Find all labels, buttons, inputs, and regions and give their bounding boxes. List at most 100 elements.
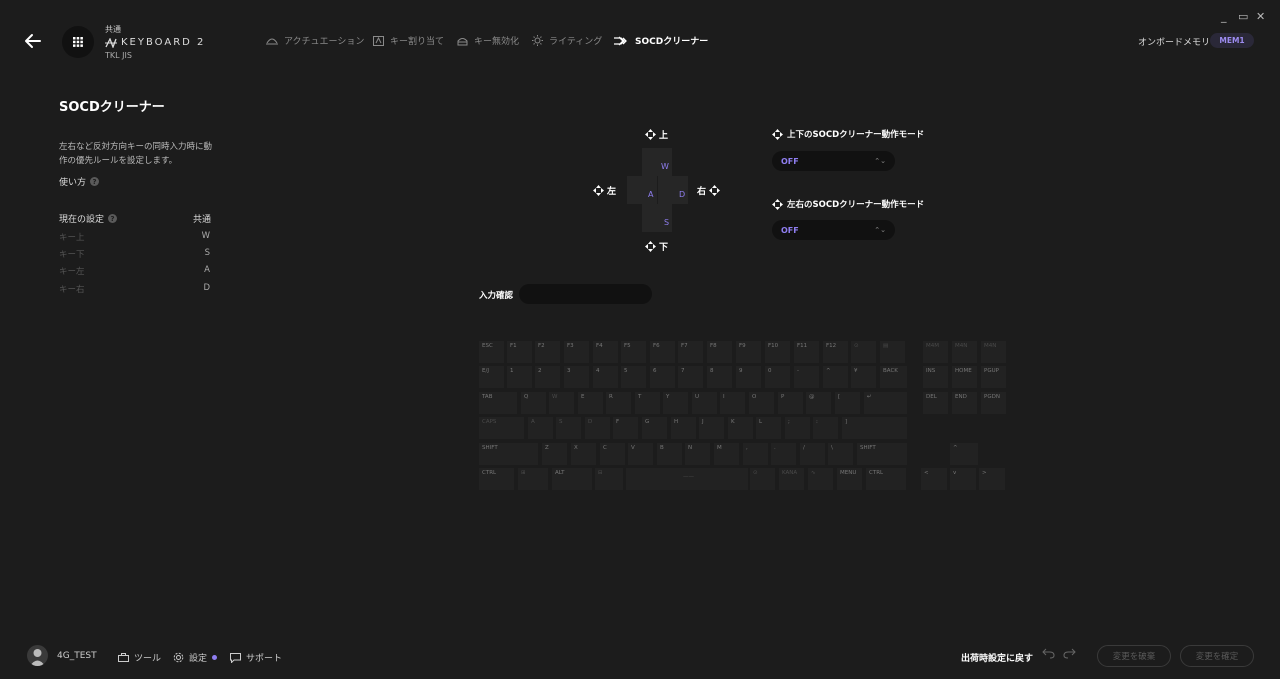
keyboard-key[interactable]: MENU: [837, 468, 862, 490]
keyboard-key[interactable]: F3: [564, 341, 589, 363]
keyboard-key[interactable]: KANA: [779, 468, 804, 490]
keyboard-key[interactable]: F8: [707, 341, 732, 363]
tab-lighting[interactable]: ライティング: [532, 34, 602, 47]
keyboard-key[interactable]: U: [692, 392, 717, 414]
keyboard-key[interactable]: Z: [542, 443, 567, 465]
keyboard-key[interactable]: ESC: [479, 341, 504, 363]
keyboard-key[interactable]: ▤: [880, 341, 905, 363]
keyboard-key[interactable]: ⊙: [851, 341, 876, 363]
minimize-button[interactable]: _: [1221, 10, 1227, 23]
undo-icon[interactable]: [1042, 648, 1055, 662]
keyboard-key[interactable]: >: [979, 468, 1005, 490]
keyboard-key[interactable]: PGUP: [981, 366, 1006, 388]
keyboard-key[interactable]: ,: [743, 443, 768, 465]
keyboard-key[interactable]: F9: [736, 341, 761, 363]
maximize-button[interactable]: ▭: [1238, 10, 1248, 23]
keyboard-key[interactable]: O: [749, 392, 774, 414]
settings-button[interactable]: 設定: [173, 651, 218, 664]
keyboard-key[interactable]: Y: [663, 392, 688, 414]
keyboard-key[interactable]: M4N: [952, 341, 977, 363]
keyboard-key[interactable]: 1: [507, 366, 532, 388]
keyboard-key[interactable]: 5: [621, 366, 646, 388]
keyboard-key[interactable]: B: [657, 443, 682, 465]
keyboard-key[interactable]: ¥: [851, 366, 876, 388]
keyboard-key[interactable]: X: [571, 443, 596, 465]
keyboard-key[interactable]: ⊞: [518, 468, 548, 490]
mode-lr-select[interactable]: OFF ⌃⌄: [772, 220, 895, 240]
keyboard-key[interactable]: ∿: [808, 468, 833, 490]
keyboard-key[interactable]: F5: [621, 341, 646, 363]
tab-key-assign[interactable]: キー割り当て: [373, 34, 444, 47]
keyboard-key[interactable]: -: [794, 366, 819, 388]
keyboard-key[interactable]: N: [685, 443, 710, 465]
keyboard-key[interactable]: @: [806, 392, 831, 414]
keyboard-key[interactable]: /: [800, 443, 825, 465]
keyboard-key[interactable]: A: [528, 417, 553, 439]
confirm-button[interactable]: 変更を確定: [1180, 645, 1254, 667]
keyboard-key[interactable]: T: [635, 392, 660, 414]
keyboard-key[interactable]: 9: [736, 366, 761, 388]
keyboard-key[interactable]: PGDN: [981, 392, 1006, 414]
keyboard-key[interactable]: SHIFT: [479, 443, 538, 465]
keyboard-key[interactable]: C: [600, 443, 625, 465]
keyboard-key[interactable]: Q: [521, 392, 546, 414]
keyboard-key[interactable]: ↵: [864, 392, 907, 414]
keyboard-key[interactable]: 7: [678, 366, 703, 388]
enter-key-lower[interactable]: [874, 417, 907, 439]
keyboard-key[interactable]: CTRL: [479, 468, 514, 490]
keyboard-key[interactable]: F2: [535, 341, 560, 363]
keyboard-key[interactable]: P: [778, 392, 803, 414]
keyboard-key[interactable]: TAB: [479, 392, 517, 414]
keyboard-key[interactable]: J: [699, 417, 724, 439]
keyboard-key[interactable]: F6: [650, 341, 675, 363]
keyboard-key[interactable]: F7: [678, 341, 703, 363]
tools-button[interactable]: ツール: [118, 651, 161, 664]
close-button[interactable]: ✕: [1256, 10, 1265, 23]
keyboard-key[interactable]: V: [628, 443, 653, 465]
keyboard-key[interactable]: F11: [794, 341, 819, 363]
keyboard-key[interactable]: M4M: [923, 341, 948, 363]
keyboard-key[interactable]: INS: [923, 366, 948, 388]
keyboard-key[interactable]: W: [549, 392, 574, 414]
avatar[interactable]: [27, 645, 48, 666]
memory-slot-badge[interactable]: MEM1: [1210, 33, 1254, 48]
keyboard-key[interactable]: ALT: [552, 468, 592, 490]
keyboard-key[interactable]: R: [606, 392, 631, 414]
keyboard-key[interactable]: 2: [535, 366, 560, 388]
keyboard-key[interactable]: 6: [650, 366, 675, 388]
keyboard-key[interactable]: ;: [785, 417, 810, 439]
keyboard-key[interactable]: <: [921, 468, 947, 490]
mode-ud-select[interactable]: OFF ⌃⌄: [772, 151, 895, 171]
keyboard-key[interactable]: DEL: [923, 392, 948, 414]
tab-actuation[interactable]: アクチュエーション: [266, 34, 364, 47]
redo-icon[interactable]: [1063, 648, 1076, 662]
keyboard-key[interactable]: v: [950, 468, 976, 490]
keyboard-key[interactable]: ^: [950, 443, 978, 465]
keyboard-key[interactable]: K: [728, 417, 753, 439]
keyboard-key[interactable]: 3: [564, 366, 589, 388]
tab-key-disable[interactable]: キー無効化: [457, 34, 519, 47]
keyboard-key[interactable]: 8: [707, 366, 732, 388]
support-button[interactable]: サポート: [230, 651, 282, 664]
keyboard-key[interactable]: ^: [823, 366, 848, 388]
keyboard-key[interactable]: .: [771, 443, 796, 465]
keyboard-key[interactable]: F1: [507, 341, 532, 363]
keyboard-key[interactable]: F10: [765, 341, 790, 363]
tab-socd[interactable]: SOCDクリーナー: [614, 34, 708, 47]
keyboard-key[interactable]: F: [613, 417, 638, 439]
keyboard-key[interactable]: M: [714, 443, 739, 465]
keyboard-key[interactable]: HOME: [952, 366, 977, 388]
device-grid-icon[interactable]: [62, 26, 94, 58]
keyboard-key[interactable]: [: [835, 392, 860, 414]
keyboard-key[interactable]: :: [813, 417, 838, 439]
factory-reset-button[interactable]: 出荷時設定に戻す: [961, 651, 1033, 664]
keyboard-key[interactable]: M4N: [981, 341, 1006, 363]
keyboard-key[interactable]: END: [952, 392, 977, 414]
keyboard-key[interactable]: BACK: [880, 366, 907, 388]
keyboard-key[interactable]: G: [642, 417, 667, 439]
keyboard-key[interactable]: E: [578, 392, 603, 414]
keyboard-key[interactable]: ⊟: [595, 468, 623, 490]
keyboard-key[interactable]: 0: [765, 366, 790, 388]
keyboard-key[interactable]: E/J: [479, 366, 504, 388]
keyboard-key[interactable]: ⊙: [750, 468, 775, 490]
